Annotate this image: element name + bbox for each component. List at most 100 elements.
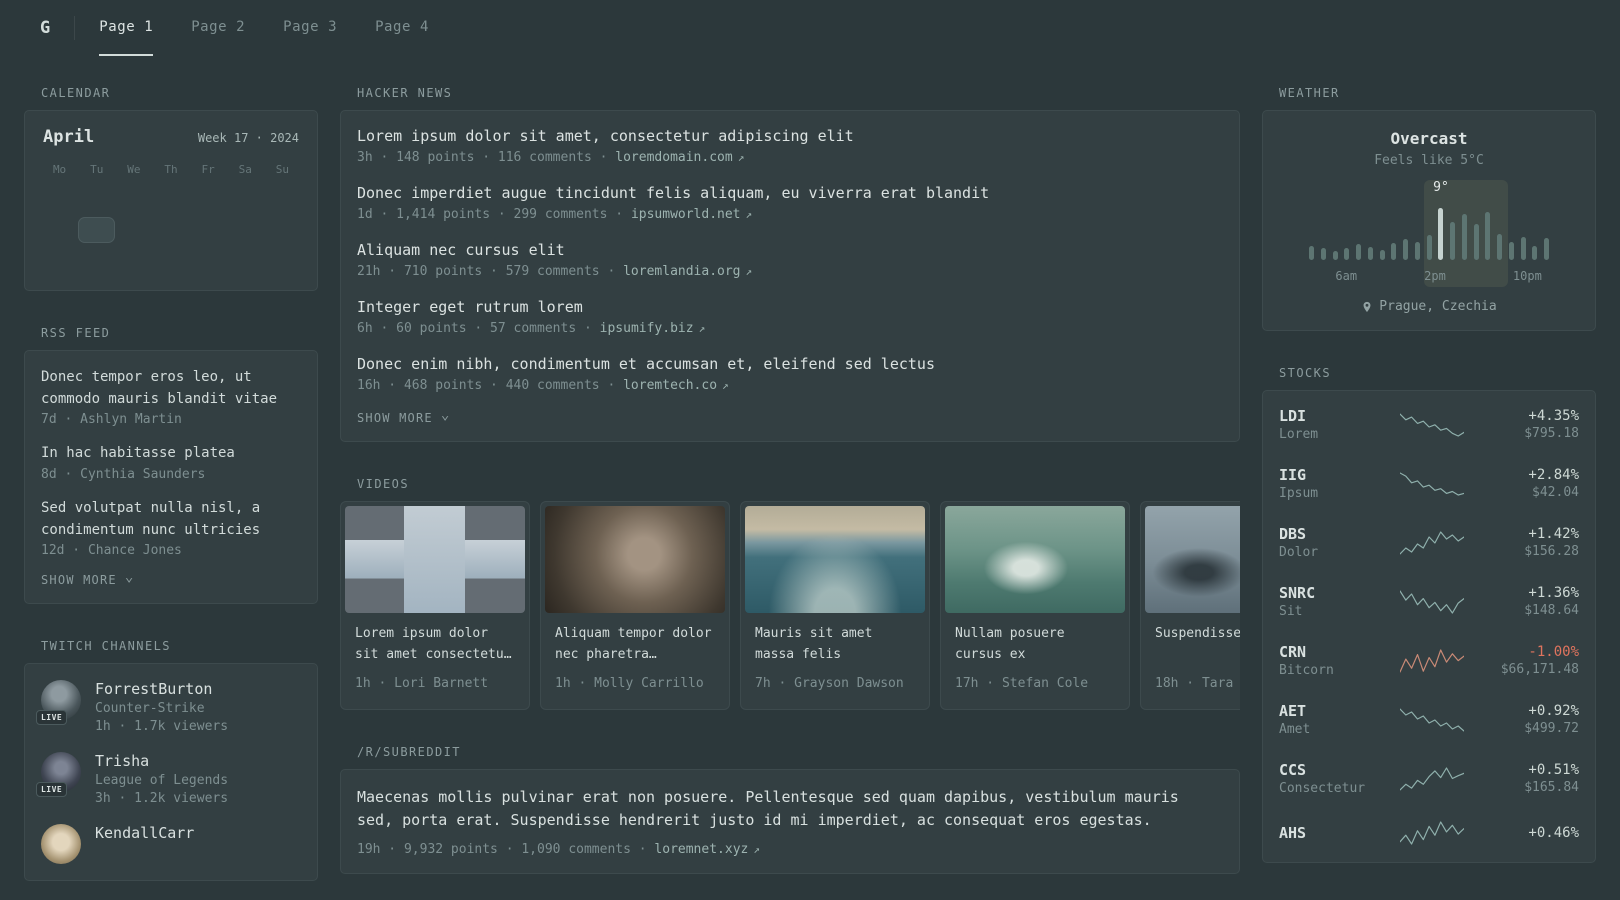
stock-row[interactable]: SNRC Sit +1.36% $148.64	[1279, 572, 1579, 631]
video-title[interactable]: Aliquam tempor dolor nec pharetra…	[555, 623, 715, 667]
twitch-channel[interactable]: KendallCarr	[41, 824, 301, 865]
stock-price: $156.28	[1524, 544, 1579, 559]
story-domain-link[interactable]: loremtech.co	[623, 378, 717, 393]
weather-hour-bar	[1309, 246, 1314, 260]
hn-story-title[interactable]: Aliquam nec cursus elit	[357, 241, 1223, 259]
video-card[interactable]: Suspendisse diam 18h · Tara	[1140, 501, 1240, 710]
video-body: Nullam posuere cursus ex 17h · Stefan Co…	[945, 613, 1125, 705]
live-badge: LIVE	[36, 710, 68, 726]
stock-row[interactable]: DBS Dolor +1.42% $156.28	[1279, 513, 1579, 572]
story-domain-link[interactable]: ipsumify.biz	[600, 321, 694, 336]
stock-row[interactable]: LDI Lorem +4.35% $795.18	[1279, 395, 1579, 454]
video-title[interactable]: Nullam posuere cursus ex	[955, 623, 1115, 667]
channel-name[interactable]: Trisha	[95, 752, 228, 770]
weather-feels-like: Feels like 5°C	[1374, 153, 1484, 168]
video-thumbnail[interactable]	[545, 506, 725, 613]
stock-identity: AHS	[1279, 824, 1391, 842]
video-thumbnail[interactable]	[345, 506, 525, 613]
hn-story-stats: 21h · 710 points · 579 comments ·	[357, 264, 616, 279]
channel-name[interactable]: KendallCarr	[95, 824, 194, 842]
reddit-post-stats: 19h · 9,932 points · 1,090 comments ·	[357, 841, 647, 857]
weather-hour-bar	[1320, 248, 1326, 260]
hn-story[interactable]: Integer eget rutrum lorem 6h · 60 points…	[357, 298, 1223, 336]
calendar-date-cell	[152, 217, 189, 243]
post-domain-link[interactable]: loremnet.xyz	[654, 842, 748, 857]
stock-values: +4.35% $795.18	[1473, 408, 1579, 441]
channel-viewers: 1h · 1.7k viewers	[95, 719, 229, 735]
twitch-channel[interactable]: LIVE Trisha League of Legends 3h · 1.2k …	[36, 752, 301, 806]
reddit-post[interactable]: Maecenas mollis pulvinar erat non posuer…	[357, 786, 1223, 857]
stock-identity: CCS Consectetur	[1279, 761, 1391, 796]
hn-story-title[interactable]: Lorem ipsum dolor sit amet, consectetur …	[357, 127, 1223, 145]
stock-row[interactable]: CRN Bitcorn -1.00% $66,171.48	[1279, 631, 1579, 690]
story-domain-link[interactable]: loremlandia.org	[623, 264, 740, 279]
stock-symbol[interactable]: CCS	[1279, 761, 1391, 779]
stock-row[interactable]: AHS +0.46%	[1279, 808, 1579, 858]
stock-row[interactable]: AET Amet +0.92% $499.72	[1279, 690, 1579, 749]
rss-item-meta: 12d · Chance Jones	[41, 543, 182, 559]
page-tab[interactable]: Page 2	[191, 0, 245, 56]
story-domain-link[interactable]: ipsumworld.net	[631, 207, 741, 222]
rss-card: Donec tempor eros leo, ut commodo mauris…	[24, 350, 318, 605]
video-title[interactable]: Mauris sit amet massa felis	[755, 623, 915, 667]
rss-item[interactable]: In hac habitasse platea 8d · Cynthia Sau…	[41, 443, 301, 482]
subreddit-widget-title: /R/SUBREDDIT	[357, 745, 461, 759]
video-card[interactable]: Mauris sit amet massa felis 7h · Grayson…	[740, 501, 930, 710]
video-thumbnail[interactable]	[745, 506, 925, 613]
rss-item-title[interactable]: In hac habitasse platea	[41, 443, 301, 465]
stock-symbol[interactable]: CRN	[1279, 643, 1391, 661]
video-thumbnail[interactable]	[945, 506, 1125, 613]
rss-item-title[interactable]: Donec tempor eros leo, ut commodo mauris…	[41, 367, 301, 410]
video-title[interactable]: Lorem ipsum dolor sit amet consectetu…	[355, 623, 515, 667]
channel-game: Counter-Strike	[95, 701, 205, 717]
hn-story[interactable]: Donec imperdiet augue tincidunt felis al…	[357, 184, 1223, 222]
app-logo[interactable]: G	[40, 0, 74, 56]
hn-story[interactable]: Donec enim nibh, condimentum et accumsan…	[357, 355, 1223, 393]
hacker-news-card: Lorem ipsum dolor sit amet, consectetur …	[340, 110, 1240, 442]
hn-story-title[interactable]: Donec enim nibh, condimentum et accumsan…	[357, 355, 1223, 373]
calendar-date-cell	[227, 248, 264, 274]
page-tab[interactable]: Page 1	[99, 0, 154, 56]
video-card[interactable]: Nullam posuere cursus ex 17h · Stefan Co…	[940, 501, 1130, 710]
page-tab[interactable]: Page 3	[283, 0, 337, 56]
stock-symbol[interactable]: SNRC	[1279, 584, 1391, 602]
rss-show-more-button[interactable]: SHOW MORE ⌄	[41, 570, 134, 587]
page-tab[interactable]: Page 4	[375, 0, 429, 56]
hn-show-more-button[interactable]: SHOW MORE ⌄	[357, 408, 450, 425]
story-domain-link[interactable]: loremdomain.com	[615, 150, 732, 165]
top-nav: G Page 1 Page 2 Page 3 Page 4	[0, 0, 1620, 56]
rss-item[interactable]: Donec tempor eros leo, ut commodo mauris…	[41, 367, 301, 427]
hn-story-title[interactable]: Integer eget rutrum lorem	[357, 298, 1223, 316]
twitch-channel[interactable]: LIVE ForrestBurton Counter-Strike 1h · 1…	[36, 680, 301, 735]
weather-condition: Overcast	[1390, 129, 1468, 148]
video-thumbnail[interactable]	[1145, 506, 1240, 613]
page-tab-label: Page 3	[283, 19, 338, 35]
stock-change: +0.46%	[1528, 825, 1579, 841]
video-carousel[interactable]: Lorem ipsum dolor sit amet consectetu… 1…	[340, 501, 1240, 710]
hn-story-title[interactable]: Donec imperdiet augue tincidunt felis al…	[357, 184, 1223, 202]
calendar-day-name: Su	[275, 163, 290, 176]
stock-row[interactable]: IIG Ipsum +2.84% $42.04	[1279, 454, 1579, 513]
calendar-date-cell	[78, 217, 116, 243]
reddit-post-title[interactable]: Maecenas mollis pulvinar erat non posuer…	[357, 786, 1223, 833]
stock-sparkline	[1391, 412, 1473, 438]
calendar-date-cell	[41, 217, 78, 243]
stock-symbol[interactable]: AET	[1279, 702, 1391, 720]
hn-story[interactable]: Aliquam nec cursus elit 21h · 710 points…	[357, 241, 1223, 279]
stock-symbol[interactable]: LDI	[1279, 407, 1391, 425]
weather-widget: WEATHER Overcast Feels like 5°C 9° 6am 2p…	[1262, 86, 1596, 331]
video-card[interactable]: Aliquam tempor dolor nec pharetra… 1h · …	[540, 501, 730, 710]
stock-symbol[interactable]: IIG	[1279, 466, 1391, 484]
stock-symbol[interactable]: DBS	[1279, 525, 1391, 543]
video-title[interactable]: Suspendisse diam	[1155, 623, 1240, 667]
stock-symbol[interactable]: AHS	[1279, 824, 1391, 842]
channel-name[interactable]: ForrestBurton	[95, 680, 228, 698]
stock-values: +0.46%	[1473, 825, 1579, 841]
stock-row[interactable]: CCS Consectetur +0.51% $165.84	[1279, 749, 1579, 808]
rss-item[interactable]: Sed volutpat nulla nisl, a condimentum n…	[41, 498, 301, 558]
video-card[interactable]: Lorem ipsum dolor sit amet consectetu… 1…	[340, 501, 530, 710]
weather-hour-bar	[1532, 246, 1538, 260]
videos-widget-title: VIDEOS	[357, 477, 409, 491]
rss-item-title[interactable]: Sed volutpat nulla nisl, a condimentum n…	[41, 498, 301, 541]
hn-story[interactable]: Lorem ipsum dolor sit amet, consectetur …	[357, 127, 1223, 165]
